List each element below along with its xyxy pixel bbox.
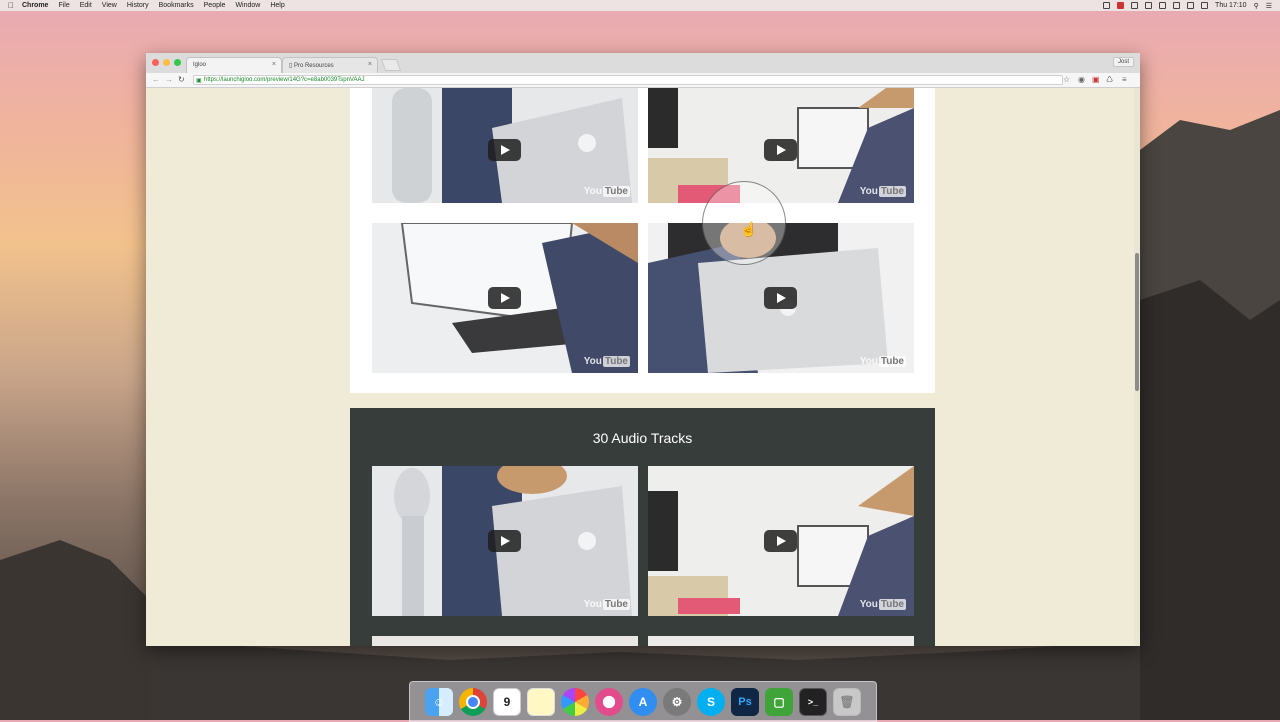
menubar:  Chrome File Edit View History Bookmark… <box>0 0 1280 11</box>
menu-people[interactable]: People <box>204 2 226 9</box>
status-icon[interactable] <box>1117 2 1125 9</box>
tab-label: Pro Resources <box>293 63 334 69</box>
clock[interactable]: Thu 17:10 <box>1215 2 1247 9</box>
extension-icon[interactable]: ◉ <box>1078 75 1085 84</box>
tab-label: Igloo <box>193 62 207 68</box>
close-tab-icon[interactable]: × <box>368 61 372 68</box>
camtasia-icon[interactable]: ▢ <box>765 687 793 716</box>
status-icon[interactable] <box>1103 2 1111 9</box>
lock-icon: ▣ <box>196 78 202 84</box>
back-icon[interactable]: ← <box>152 75 160 84</box>
close-window-button[interactable] <box>152 59 159 66</box>
browser-window: Igloo × ▯ Pro Resources × Jost ← → ↻ ▣ h… <box>146 53 1140 646</box>
profile-button[interactable]: Jost <box>1112 57 1134 67</box>
extension-icon[interactable]: ▣ <box>1092 75 1100 84</box>
trash-icon[interactable]: 🗑 <box>833 687 861 716</box>
minimize-window-button[interactable] <box>163 59 170 66</box>
menu-file[interactable]: File <box>58 2 69 9</box>
itunes-icon[interactable]: ♫ <box>595 687 623 716</box>
app-store-icon[interactable]: A <box>629 687 657 716</box>
menu-history[interactable]: History <box>127 2 149 9</box>
youtube-logo: You Tube <box>859 356 906 367</box>
video-grid-section: You Tube You Tube You Tube You Tube <box>350 88 935 393</box>
system-preferences-icon[interactable]: ⚙ <box>663 687 691 716</box>
youtube-logo: You Tube <box>583 356 630 367</box>
tab-bar: Igloo × ▯ Pro Resources × Jost <box>146 53 1140 74</box>
status-area: Thu 17:10 ⚲ ☰ <box>1103 0 1272 11</box>
video-thumbnail[interactable] <box>372 636 638 646</box>
menu-window[interactable]: Window <box>235 2 260 9</box>
play-button[interactable] <box>764 530 797 552</box>
notification-center-icon[interactable]: ☰ <box>1266 2 1272 10</box>
dock: ☺ 9 ♫ A ⚙ S Ps ▢ >_ 🗑 <box>409 681 877 722</box>
chrome-icon[interactable] <box>459 687 487 716</box>
calendar-icon[interactable]: 9 <box>493 687 521 716</box>
menu-edit[interactable]: Edit <box>80 2 92 9</box>
hand-cursor-icon: ☝ <box>740 221 758 237</box>
youtube-logo: You Tube <box>583 599 630 610</box>
menu-bookmarks[interactable]: Bookmarks <box>159 2 194 9</box>
play-button[interactable] <box>764 139 797 162</box>
audio-tracks-section: 30 Audio Tracks You Tube You Tube <box>350 408 935 646</box>
video-thumbnail[interactable] <box>648 636 914 646</box>
finder-icon[interactable]: ☺ <box>425 687 453 716</box>
video-thumbnail[interactable]: You Tube <box>648 223 914 373</box>
forward-icon[interactable]: → <box>165 75 173 84</box>
spotlight-icon[interactable]: ⚲ <box>1254 2 1259 10</box>
extension-icon[interactable]: ♺ <box>1106 75 1113 84</box>
play-button[interactable] <box>764 287 797 309</box>
video-thumbnail[interactable]: You Tube <box>372 223 638 373</box>
section-title: 30 Audio Tracks <box>592 430 693 446</box>
video-thumbnail[interactable]: You Tube <box>372 466 638 616</box>
page-viewport[interactable]: You Tube You Tube You Tube You Tube 30 A… <box>146 88 1140 646</box>
menu-icon[interactable]: ≡ <box>1122 75 1127 84</box>
youtube-logo: You Tube <box>583 186 630 197</box>
menu-view[interactable]: View <box>102 2 117 9</box>
status-icon[interactable] <box>1145 2 1153 9</box>
menu-help[interactable]: Help <box>270 2 284 9</box>
skype-icon[interactable]: S <box>697 687 725 716</box>
photoshop-icon[interactable]: Ps <box>731 687 759 716</box>
play-button[interactable] <box>488 287 521 309</box>
photos-icon[interactable] <box>561 687 589 716</box>
apple-icon[interactable]:  <box>0 1 22 10</box>
address-toolbar: ← → ↻ ▣ https://launchigloo.com/preview/… <box>146 73 1140 88</box>
menu-app[interactable]: Chrome <box>22 2 48 9</box>
dropbox-icon[interactable] <box>1131 2 1139 9</box>
scrollbar-thumb[interactable] <box>1135 253 1139 391</box>
youtube-logo: You Tube <box>859 186 906 197</box>
new-tab-button[interactable] <box>380 59 402 71</box>
battery-icon[interactable] <box>1201 2 1209 9</box>
tab-pro-resources[interactable]: ▯ Pro Resources × <box>282 57 378 73</box>
video-thumbnail[interactable]: You Tube <box>648 88 914 203</box>
bookmark-star-icon[interactable]: ☆ <box>1063 75 1070 84</box>
youtube-logo: You Tube <box>859 599 906 610</box>
zoom-window-button[interactable] <box>174 59 181 66</box>
video-thumbnail[interactable]: You Tube <box>372 88 638 203</box>
video-thumbnail[interactable]: You Tube <box>648 466 914 616</box>
play-button[interactable] <box>488 139 521 162</box>
url-text: https://launchigloo.com/preview/14G?c=e8… <box>204 77 365 83</box>
wifi-icon[interactable] <box>1187 2 1195 9</box>
notes-icon[interactable] <box>527 687 555 716</box>
reload-icon[interactable]: ↻ <box>178 75 185 84</box>
play-button[interactable] <box>488 530 521 552</box>
address-bar[interactable]: ▣ https://launchigloo.com/preview/14G?c=… <box>193 75 1063 85</box>
close-tab-icon[interactable]: × <box>272 61 276 68</box>
status-icon[interactable] <box>1173 2 1181 9</box>
tab-igloo[interactable]: Igloo × <box>186 57 282 73</box>
terminal-icon[interactable]: >_ <box>799 687 827 716</box>
status-icon[interactable] <box>1159 2 1167 9</box>
